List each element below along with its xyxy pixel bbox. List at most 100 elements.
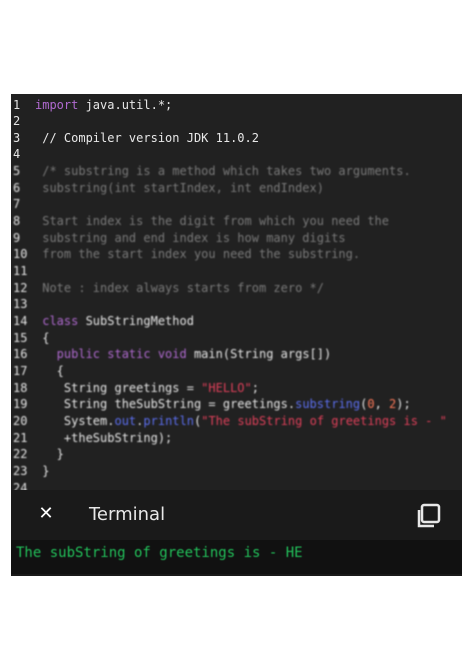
terminal-output: The subString of greetings is - HE: [11, 540, 462, 576]
line-number: 11: [13, 264, 28, 278]
code-text: /* substring is a method which takes two…: [35, 163, 411, 179]
code-token: "HELLO": [201, 381, 252, 395]
code-line: 6 substring(int startIndex, int endIndex…: [11, 180, 462, 196]
code-text: substring and end index is how many digi…: [35, 230, 346, 246]
code-token: String greetings =: [35, 381, 202, 395]
close-icon[interactable]: ✕: [36, 504, 56, 524]
code-text: class SubStringMethod: [35, 313, 194, 329]
code-token: String theSubString = greetings.: [35, 397, 296, 411]
code-line: 9 substring and end index is how many di…: [11, 230, 462, 246]
code-line: 7: [11, 196, 462, 212]
code-text: {: [35, 330, 49, 346]
code-line: 8 Start index is the digit from which yo…: [11, 213, 462, 229]
code-token: }: [35, 447, 64, 461]
code-line: 1 import java.util.*;: [11, 97, 462, 113]
code-line: 14 class SubStringMethod: [11, 313, 462, 329]
line-number: 14: [13, 314, 28, 328]
code-editor[interactable]: 1 import java.util.*; 2 3 // Compiler versi…: [11, 94, 462, 490]
code-line: 10 from the start index you need the sub…: [11, 246, 462, 262]
line-number: 10: [13, 247, 28, 261]
code-line: 20 System.out.println("The subString of …: [11, 413, 462, 429]
terminal-bottom-edge: [11, 574, 462, 576]
code-line: 22 }: [11, 446, 462, 462]
code-line: 24: [11, 480, 462, 490]
line-number: 8: [13, 214, 21, 228]
code-token: {: [35, 331, 50, 345]
code-token: System.: [35, 414, 115, 428]
code-text: import java.util.*;: [35, 97, 172, 113]
line-number: 1: [13, 98, 21, 112]
code-token: SubStringMethod: [85, 314, 194, 328]
code-token: public static void: [35, 347, 194, 361]
code-line: 5 /* substring is a method which takes t…: [11, 163, 462, 179]
line-number: 17: [13, 364, 28, 378]
code-text: substring(int startIndex, int endIndex): [35, 180, 324, 196]
terminal-title: Terminal: [89, 504, 166, 525]
code-line: 19 String theSubString = greetings.subst…: [11, 396, 462, 412]
code-token: }: [35, 464, 50, 478]
line-number: 4: [13, 147, 21, 161]
line-number: 3: [13, 131, 21, 145]
code-token: ;: [251, 381, 259, 395]
code-line: 21 +theSubString);: [11, 430, 462, 446]
line-number: 23: [13, 464, 28, 478]
code-line: 18 String greetings = "HELLO";: [11, 380, 462, 396]
code-line: 12 Note : index always starts from zero …: [11, 280, 462, 296]
code-line: 15 {: [11, 330, 462, 346]
code-token: +theSubString);: [35, 431, 173, 445]
code-token: class: [35, 314, 86, 328]
code-token: substring and end index is how many digi…: [35, 231, 346, 245]
code-text: Note : index always starts from zero */: [35, 280, 324, 296]
code-line: 3 // Compiler version JDK 11.0.2: [11, 130, 462, 146]
code-text: String greetings = "HELLO";: [35, 380, 259, 396]
code-token: out: [114, 414, 137, 428]
code-text: Start index is the digit from which you …: [35, 213, 389, 229]
line-number: 15: [13, 331, 28, 345]
code-text: System.out.println("The subString of gre…: [35, 413, 447, 429]
code-text: +theSubString);: [35, 430, 172, 446]
line-number: 9: [13, 231, 21, 245]
code-token: import: [35, 98, 86, 112]
code-line: 23 }: [11, 463, 462, 479]
code-text: }: [35, 463, 49, 479]
code-text: // Compiler version JDK 11.0.2: [35, 130, 259, 146]
copy-icon[interactable]: [414, 502, 442, 530]
line-number: 7: [13, 197, 21, 211]
code-token: substring(int startIndex, int endIndex): [35, 181, 324, 195]
code-token: ,: [374, 397, 390, 411]
code-line: 17 {: [11, 363, 462, 379]
line-number: 24: [13, 481, 28, 490]
terminal-header: ✕ Terminal: [11, 490, 462, 540]
terminal-output-text: The subString of greetings is - HE: [16, 545, 303, 561]
code-line: 13: [11, 296, 462, 312]
code-token: from the start index you need the substr…: [35, 247, 361, 261]
code-token: "The subString of greetings is - ": [201, 414, 447, 428]
code-token: Note : index always starts from zero */: [35, 281, 324, 295]
line-number: 20: [13, 414, 28, 428]
code-text: }: [35, 446, 64, 462]
line-number: 5: [13, 164, 21, 178]
code-token: /* substring is a method which takes two…: [35, 164, 411, 178]
code-token: substring: [295, 397, 361, 411]
code-token: println: [143, 414, 194, 428]
line-number: 12: [13, 281, 28, 295]
line-number: 21: [13, 431, 28, 445]
code-text: public static void main(String args[]): [35, 346, 332, 362]
code-token: // Compiler version JDK 11.0.2: [35, 131, 259, 145]
line-number: 6: [13, 181, 21, 195]
line-number: 16: [13, 347, 28, 361]
line-number: 22: [13, 447, 28, 461]
code-line: 2: [11, 113, 462, 129]
code-line: 4: [11, 146, 462, 162]
code-token: main(String args[]): [193, 347, 332, 361]
line-number: 2: [13, 114, 21, 128]
code-text: String theSubString = greetings.substrin…: [35, 396, 411, 412]
code-line: 16 public static void main(String args[]…: [11, 346, 462, 362]
code-token: {: [35, 364, 64, 378]
code-text: from the start index you need the substr…: [35, 246, 360, 262]
line-number: 19: [13, 397, 28, 411]
code-token: 0: [367, 397, 375, 411]
code-text: {: [35, 363, 64, 379]
code-token: Start index is the digit from which you …: [35, 214, 390, 228]
line-number: 18: [13, 381, 28, 395]
